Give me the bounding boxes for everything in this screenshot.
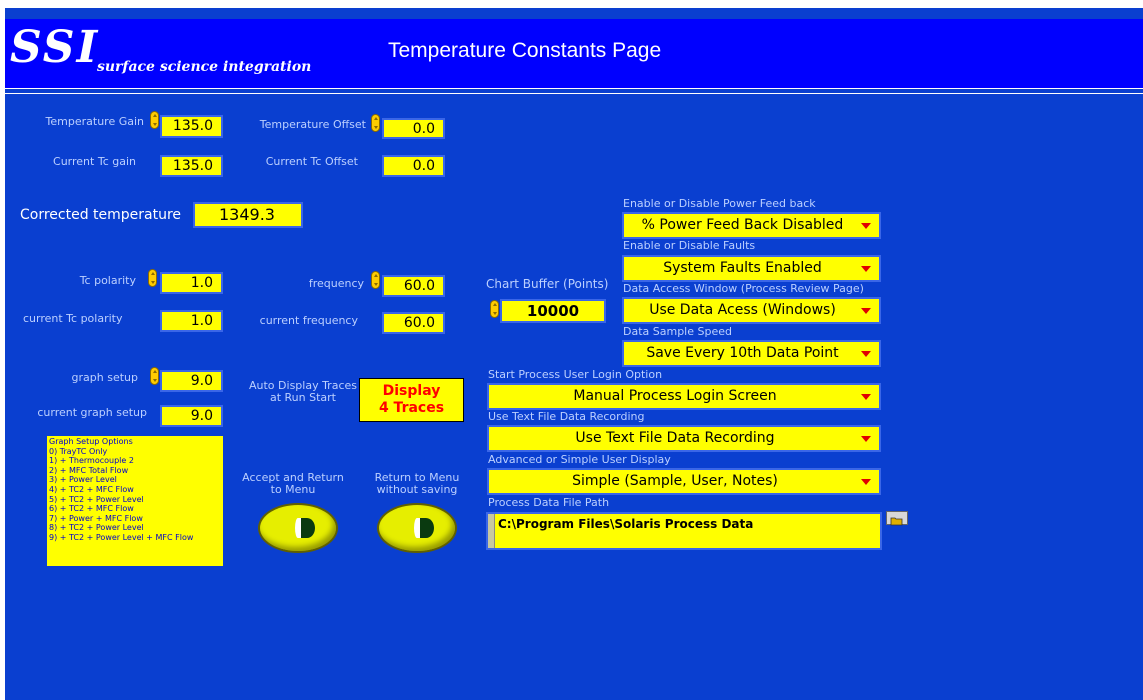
chevron-down-icon: [861, 479, 871, 485]
graph-option: 3) + Power Level: [49, 475, 117, 485]
graph-option: 2) + MFC Total Flow: [49, 465, 129, 475]
current-tc-gain-label: Current Tc gain: [53, 155, 136, 168]
return-without-saving-button[interactable]: [377, 503, 457, 553]
graph-setup-input[interactable]: 9.0: [160, 370, 223, 392]
text-recording-value: Use Text File Data Recording: [575, 430, 775, 446]
sample-speed-value: Save Every 10th Data Point: [646, 345, 839, 361]
current-tc-gain-display: 135.0: [160, 155, 223, 177]
auto-display-label-line2: at Run Start: [269, 391, 336, 405]
user-display-label: Advanced or Simple User Display: [488, 453, 671, 466]
power-feedback-value: % Power Feed Back Disabled: [641, 217, 844, 233]
faults-select[interactable]: System Faults Enabled: [622, 255, 881, 282]
chart-buffer-increment-icon[interactable]: [490, 300, 499, 318]
logo-mark: SSI: [10, 22, 100, 73]
chevron-down-icon: [861, 351, 871, 357]
display-traces-button[interactable]: Display 4 Traces: [359, 378, 464, 422]
return-without-saving-label: Return to Menu without saving: [362, 471, 472, 497]
graph-option: 1) + Thermocouple 2: [49, 456, 134, 466]
current-tc-polarity-display: 1.0: [160, 310, 223, 332]
frequency-increment-icon[interactable]: [371, 271, 380, 289]
header-divider-bottom: [5, 93, 1143, 94]
accept-return-button[interactable]: [258, 503, 338, 553]
chevron-down-icon: [861, 436, 871, 442]
current-frequency-label: current frequency: [259, 314, 358, 327]
faults-value: System Faults Enabled: [663, 260, 822, 276]
graph-option: 0) TrayTC Only: [49, 446, 108, 456]
button-indicator-icon: [295, 518, 315, 538]
sample-speed-select[interactable]: Save Every 10th Data Point: [622, 340, 881, 367]
chevron-down-icon: [861, 223, 871, 229]
user-display-value: Simple (Sample, User, Notes): [572, 473, 778, 489]
header-divider-top: [5, 88, 1143, 89]
temperature-offset-label: Temperature Offset: [259, 118, 366, 131]
button-indicator-icon: [414, 518, 434, 538]
file-path-input[interactable]: C:\Program Files\Solaris Process Data: [486, 512, 882, 550]
path-scroll-handle[interactable]: [488, 514, 495, 548]
text-recording-label: Use Text File Data Recording: [488, 410, 645, 423]
graph-option: 6) + TC2 + MFC Flow: [49, 504, 134, 514]
graph-option: 5) + TC2 + Power Level: [49, 494, 144, 504]
temperature-offset-input[interactable]: 0.0: [382, 118, 445, 139]
data-access-value: Use Data Acess (Windows): [649, 302, 836, 318]
graph-setup-options: Graph Setup Options 0) TrayTC Only 1) + …: [47, 436, 223, 566]
frequency-input[interactable]: 60.0: [382, 275, 445, 297]
current-tc-offset-display: 0.0: [382, 155, 445, 177]
graph-options-title: Graph Setup Options: [49, 437, 133, 446]
corrected-temperature-display: 1349.3: [193, 202, 303, 228]
frequency-label: frequency: [308, 277, 364, 290]
temperature-gain-label: Temperature Gain: [45, 115, 144, 128]
login-option-label: Start Process User Login Option: [488, 368, 663, 381]
corrected-temperature-label: Corrected temperature: [20, 207, 182, 223]
accept-return-label-line2: to Menu: [270, 483, 316, 497]
graph-option: 8) + TC2 + Power Level: [49, 523, 144, 533]
power-feedback-select[interactable]: % Power Feed Back Disabled: [622, 212, 881, 239]
graph-option: 7) + Power + MFC Flow: [49, 513, 143, 523]
graph-setup-increment-icon[interactable]: [150, 367, 159, 385]
chart-buffer-label: Chart Buffer (Points): [486, 277, 609, 291]
chevron-down-icon: [861, 394, 871, 400]
current-tc-polarity-label: current Tc polarity: [23, 312, 123, 325]
display-traces-line2: 4 Traces: [378, 400, 445, 416]
data-access-select[interactable]: Use Data Acess (Windows): [622, 297, 881, 324]
file-path-value: C:\Program Files\Solaris Process Data: [498, 517, 754, 531]
sample-speed-label: Data Sample Speed: [623, 325, 732, 338]
accept-return-label: Accept and Return to Menu: [238, 471, 348, 497]
tc-polarity-label: Tc polarity: [79, 274, 136, 287]
current-graph-setup-display: 9.0: [160, 405, 223, 427]
auto-display-label: Auto Display Traces at Run Start: [248, 379, 358, 405]
folder-icon: [890, 517, 903, 526]
display-traces-line1: Display: [382, 383, 441, 399]
temperature-offset-increment-icon[interactable]: [371, 114, 380, 132]
current-graph-setup-label: current graph setup: [37, 406, 147, 419]
graph-option: 9) + TC2 + Power Level + MFC Flow: [49, 532, 194, 542]
data-access-label: Data Access Window (Process Review Page): [623, 282, 864, 295]
main-panel: [5, 8, 1143, 700]
chevron-down-icon: [861, 308, 871, 314]
temperature-gain-increment-icon[interactable]: [150, 111, 159, 129]
return-without-saving-label-line2: without saving: [376, 483, 458, 497]
graph-option: 4) + TC2 + MFC Flow: [49, 484, 134, 494]
tc-polarity-input[interactable]: 1.0: [160, 272, 223, 294]
graph-setup-label: graph setup: [71, 371, 138, 384]
login-option-value: Manual Process Login Screen: [573, 388, 777, 404]
tc-polarity-increment-icon[interactable]: [148, 269, 157, 287]
browse-folder-button[interactable]: [886, 511, 908, 526]
current-frequency-display: 60.0: [382, 312, 445, 334]
chart-buffer-input[interactable]: 10000: [500, 299, 606, 323]
power-feedback-label: Enable or Disable Power Feed back: [623, 197, 816, 210]
current-tc-offset-label: Current Tc Offset: [265, 155, 358, 168]
chevron-down-icon: [861, 266, 871, 272]
faults-label: Enable or Disable Faults: [623, 239, 756, 252]
logo-text: surface science integration: [97, 59, 312, 75]
temperature-gain-input[interactable]: 135.0: [160, 115, 223, 138]
text-recording-select[interactable]: Use Text File Data Recording: [487, 425, 881, 452]
login-option-select[interactable]: Manual Process Login Screen: [487, 383, 881, 410]
page-title: Temperature Constants Page: [388, 39, 662, 62]
user-display-select[interactable]: Simple (Sample, User, Notes): [487, 468, 881, 495]
file-path-label: Process Data File Path: [488, 496, 610, 509]
